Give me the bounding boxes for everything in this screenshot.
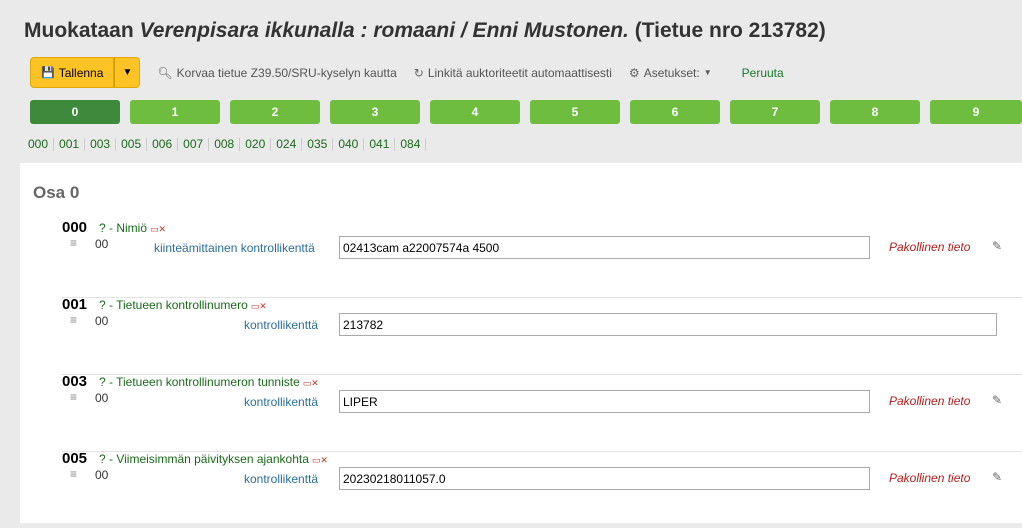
toolbar: 💾 Tallenna ▼ 🔍︎ Korvaa tietue Z39.50/SRU… [30,57,784,88]
field-link-001[interactable]: 001 [54,138,86,151]
search-icon: 🔍︎ [157,65,173,80]
record-title: Verenpisara ikkunalla : romaani / Enni M… [139,19,629,42]
indicators: 00 [95,314,109,328]
tab-2[interactable]: 2 [230,100,320,124]
edit-icon[interactable]: ✎ [992,239,1002,253]
field-link-000[interactable]: 000 [28,138,55,151]
tag-number[interactable]: 000 [62,219,87,236]
drag-handle-icon[interactable]: ≡ [70,390,77,404]
drag-handle-icon[interactable]: ≡ [70,313,77,327]
tab-8[interactable]: 8 [830,100,920,124]
link-authorities-button[interactable]: ↻ Linkitä auktoriteetit automaattisesti [414,66,612,80]
subfield-label: kiinteämittainen kontrollikenttä [154,241,315,255]
tab-1[interactable]: 1 [130,100,220,124]
field-link-008[interactable]: 008 [209,138,241,151]
tag-row-003: 003 ? - Tietueen kontrollinumeron tunnis… [62,373,1022,452]
save-button-group: 💾 Tallenna ▼ [30,57,141,88]
field-link-005[interactable]: 005 [116,138,148,151]
field-value-input[interactable] [339,467,870,490]
tag-description-text[interactable]: ? - Tietueen kontrollinumero [99,298,248,312]
title-prefix: Muokataan [24,19,140,42]
field-value-input[interactable] [339,313,997,336]
tag-description-text[interactable]: ? - Viimeisimmän päivityksen ajankohta [99,452,309,466]
indicators: 00 [95,468,109,482]
field-link-006[interactable]: 006 [147,138,179,151]
field-link-007[interactable]: 007 [178,138,210,151]
tag-row-000: 000 ? - Nimiö ▭✕ ≡ 00 kiinteämittainen ko… [62,219,1022,298]
drag-handle-icon[interactable]: ≡ [70,467,77,481]
field-link-024[interactable]: 024 [271,138,303,151]
tag-number[interactable]: 003 [62,373,87,390]
tag-row-005: 005 ? - Viimeisimmän päivityksen ajankoh… [62,450,1022,528]
delete-tag-icon[interactable]: ▭✕ [303,378,319,388]
gear-icon: ⚙ [628,65,640,80]
field-value-input[interactable] [339,390,870,413]
save-button[interactable]: 💾 Tallenna [30,57,115,88]
caret-down-icon: ▼ [122,67,133,78]
field-link-035[interactable]: 035 [302,138,334,151]
settings-label: Asetukset: [643,65,700,80]
tag-description: ? - Nimiö ▭✕ [99,221,166,235]
tab-9[interactable]: 9 [930,100,1022,124]
subfield-label: kontrollikenttä [244,318,319,332]
subfield-label: kontrollikenttä [244,472,319,486]
field-link-bar: 000 001 003 005 006 007 008 020 024 035 … [28,138,427,151]
tab-3[interactable]: 3 [330,100,420,124]
tab-7[interactable]: 7 [730,100,820,124]
tab-5[interactable]: 5 [530,100,620,124]
tab-4[interactable]: 4 [430,100,520,124]
tag-description: ? - Tietueen kontrollinumeron tunniste ▭✕ [99,375,319,389]
title-suffix: (Tietue nro 213782) [628,19,826,42]
save-label: Tallenna [58,65,104,80]
drag-handle-icon[interactable]: ≡ [70,236,77,250]
required-note: Pakollinen tieto [889,471,971,485]
field-link-084[interactable]: 084 [395,138,427,151]
subfield-label: kontrollikenttä [244,395,319,409]
save-dropdown-toggle[interactable]: ▼ [114,57,141,88]
tab-0[interactable]: 0 [30,100,120,124]
field-link-041[interactable]: 041 [364,138,396,151]
tab-6[interactable]: 6 [630,100,720,124]
tag-description-text[interactable]: ? - Tietueen kontrollinumeron tunniste [99,375,300,389]
tag-description: ? - Viimeisimmän päivityksen ajankohta ▭✕ [99,452,328,466]
delete-tag-icon[interactable]: ▭✕ [251,301,267,311]
floppy-disk-icon: 💾 [41,67,55,79]
edit-icon[interactable]: ✎ [992,470,1002,484]
field-value-input[interactable] [339,236,870,259]
link-authorities-label: Linkitä auktoriteetit automaattisesti [427,65,612,80]
caret-down-icon: ▼ [703,68,712,77]
required-note: Pakollinen tieto [889,394,971,408]
tag-number[interactable]: 005 [62,450,87,467]
field-link-020[interactable]: 020 [240,138,272,151]
delete-tag-icon[interactable]: ▭✕ [312,455,328,465]
field-link-003[interactable]: 003 [85,138,117,151]
settings-dropdown[interactable]: ⚙ Asetukset: ▼ [629,66,712,80]
delete-tag-icon[interactable]: ▭✕ [150,224,166,234]
tag-row-001: 001 ? - Tietueen kontrollinumero ▭✕ ≡ 00 … [62,296,1022,375]
tag-description: ? - Tietueen kontrollinumero ▭✕ [99,298,267,312]
tag-number[interactable]: 001 [62,296,87,313]
indicators: 00 [95,391,109,405]
edit-icon[interactable]: ✎ [992,393,1002,407]
tag-description-text[interactable]: ? - Nimiö [99,221,147,235]
field-link-040[interactable]: 040 [333,138,365,151]
replace-record-label: Korvaa tietue Z39.50/SRU-kyselyn kautta [176,65,397,80]
refresh-icon: ↻ [413,65,424,80]
required-note: Pakollinen tieto [889,240,971,254]
section-title: Osa 0 [33,183,80,202]
indicators: 00 [95,237,109,251]
cancel-link[interactable]: Peruuta [742,66,784,80]
editor-panel: Osa 0 000 ? - Nimiö ▭✕ ≡ 00 kiinteämittai… [20,163,1022,523]
replace-record-button[interactable]: 🔍︎ Korvaa tietue Z39.50/SRU-kyselyn kaut… [157,66,396,80]
page-title: Muokataan Verenpisara ikkunalla : romaan… [24,19,826,43]
